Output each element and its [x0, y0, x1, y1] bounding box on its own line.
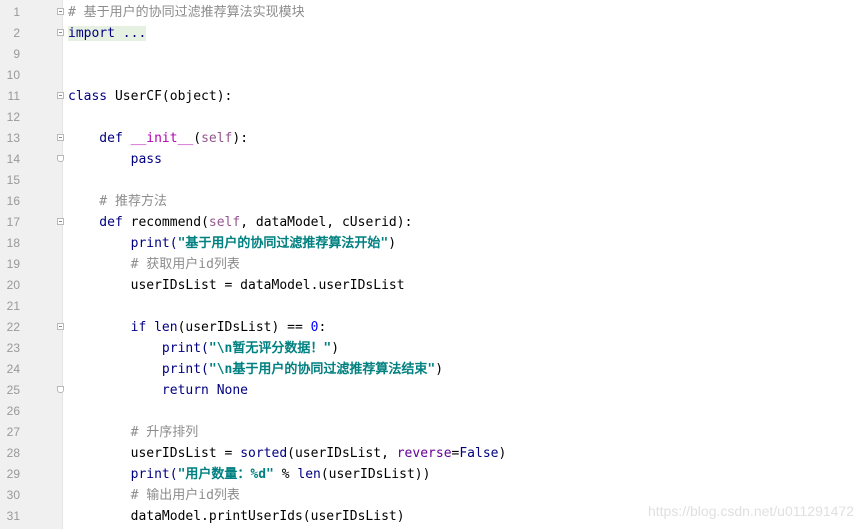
- line-number: 23: [6, 341, 20, 355]
- fold-end-marker[interactable]: [57, 155, 64, 162]
- code-text: # 推荐方法: [68, 194, 167, 209]
- code-text: dataModel.printUserIds(userIDsList): [68, 509, 405, 524]
- line-number: 17: [6, 215, 20, 229]
- line-number: 9: [13, 47, 20, 61]
- line-number: 21: [6, 299, 20, 313]
- code-text: def recommend(self, dataModel, cUserid):: [68, 215, 413, 230]
- code-line[interactable]: 27 # 升序排列: [0, 422, 862, 443]
- code-line[interactable]: 10: [0, 65, 862, 86]
- code-text: print("用户数量：%d" % len(userIDsList)): [68, 467, 431, 482]
- fold-toggle-icon[interactable]: [57, 8, 64, 15]
- code-line[interactable]: 20 userIDsList = dataModel.userIDsList: [0, 275, 862, 296]
- line-number: 16: [6, 194, 20, 208]
- line-number: 2: [13, 26, 20, 40]
- code-line[interactable]: 21: [0, 296, 862, 317]
- code-line[interactable]: 23 print("\n暂无评分数据！"): [0, 338, 862, 359]
- line-number: 31: [6, 509, 20, 523]
- code-line[interactable]: 15: [0, 170, 862, 191]
- code-line[interactable]: 2 import ...: [0, 23, 862, 44]
- code-text: return None: [68, 383, 249, 398]
- line-number: 1: [13, 5, 20, 19]
- line-number: 15: [6, 173, 20, 187]
- code-text: print("\n基于用户的协同过滤推荐算法结束"): [68, 362, 444, 377]
- code-line[interactable]: 11 class UserCF(object):: [0, 86, 862, 107]
- fold-toggle-icon[interactable]: [57, 134, 64, 141]
- code-text: import ...: [68, 26, 147, 41]
- code-line[interactable]: 26: [0, 401, 862, 422]
- line-number: 12: [6, 110, 20, 124]
- line-number: 19: [6, 257, 20, 271]
- code-text: class UserCF(object):: [68, 89, 233, 104]
- code-text: # 基于用户的协同过滤推荐算法实现模块: [68, 5, 305, 20]
- code-text: if len(userIDsList) == 0:: [68, 320, 327, 335]
- line-number: 27: [6, 425, 20, 439]
- fold-toggle-icon[interactable]: [57, 92, 64, 99]
- line-number: 10: [6, 68, 20, 82]
- code-line[interactable]: 28 userIDsList = sorted(userIDsList, rev…: [0, 443, 862, 464]
- code-line[interactable]: 14 pass: [0, 149, 862, 170]
- line-number: 29: [6, 467, 20, 481]
- line-number: 14: [6, 152, 20, 166]
- code-line[interactable]: 24 print("\n基于用户的协同过滤推荐算法结束"): [0, 359, 862, 380]
- line-number: 25: [6, 383, 20, 397]
- code-text: pass: [68, 152, 162, 167]
- code-line[interactable]: 18 print("基于用户的协同过滤推荐算法开始"): [0, 233, 862, 254]
- code-line[interactable]: 22 if len(userIDsList) == 0:: [0, 317, 862, 338]
- code-line[interactable]: 1 # 基于用户的协同过滤推荐算法实现模块: [0, 2, 862, 23]
- line-number: 11: [7, 89, 20, 103]
- fold-toggle-icon[interactable]: [57, 323, 64, 330]
- code-text: print("\n暂无评分数据！"): [68, 341, 340, 356]
- code-line[interactable]: 12: [0, 107, 862, 128]
- code-text: # 获取用户id列表: [68, 257, 240, 272]
- line-number: 20: [6, 278, 20, 292]
- code-text: # 升序排列: [68, 425, 199, 440]
- line-number: 30: [6, 488, 20, 502]
- code-text: userIDsList = sorted(userIDsList, revers…: [68, 446, 507, 461]
- line-number: 26: [6, 404, 20, 418]
- watermark-text: https://blog.csdn.net/u011291472: [647, 503, 854, 519]
- fold-end-marker[interactable]: [57, 386, 64, 393]
- code-line[interactable]: 13 def __init__(self):: [0, 128, 862, 149]
- line-number: 24: [6, 362, 20, 376]
- code-text: # 输出用户id列表: [68, 488, 240, 503]
- code-line[interactable]: 9: [0, 44, 862, 65]
- code-text: def __init__(self):: [68, 131, 249, 146]
- line-number: 13: [6, 131, 20, 145]
- code-text: userIDsList = dataModel.userIDsList: [68, 278, 405, 293]
- code-line[interactable]: 17 def recommend(self, dataModel, cUseri…: [0, 212, 862, 233]
- code-line[interactable]: 19 # 获取用户id列表: [0, 254, 862, 275]
- code-text: print("基于用户的协同过滤推荐算法开始"): [68, 236, 397, 251]
- line-number: 28: [6, 446, 20, 460]
- code-editor[interactable]: 1 # 基于用户的协同过滤推荐算法实现模块 2 import ... 9 10 11 clas…: [0, 0, 862, 529]
- code-line[interactable]: 29 print("用户数量：%d" % len(userIDsList)): [0, 464, 862, 485]
- fold-toggle-icon[interactable]: [57, 218, 64, 225]
- line-number: 18: [6, 236, 20, 250]
- fold-toggle-icon[interactable]: [57, 29, 64, 36]
- code-line[interactable]: 16 # 推荐方法: [0, 191, 862, 212]
- line-number: 22: [6, 320, 20, 334]
- code-line[interactable]: 25 return None: [0, 380, 862, 401]
